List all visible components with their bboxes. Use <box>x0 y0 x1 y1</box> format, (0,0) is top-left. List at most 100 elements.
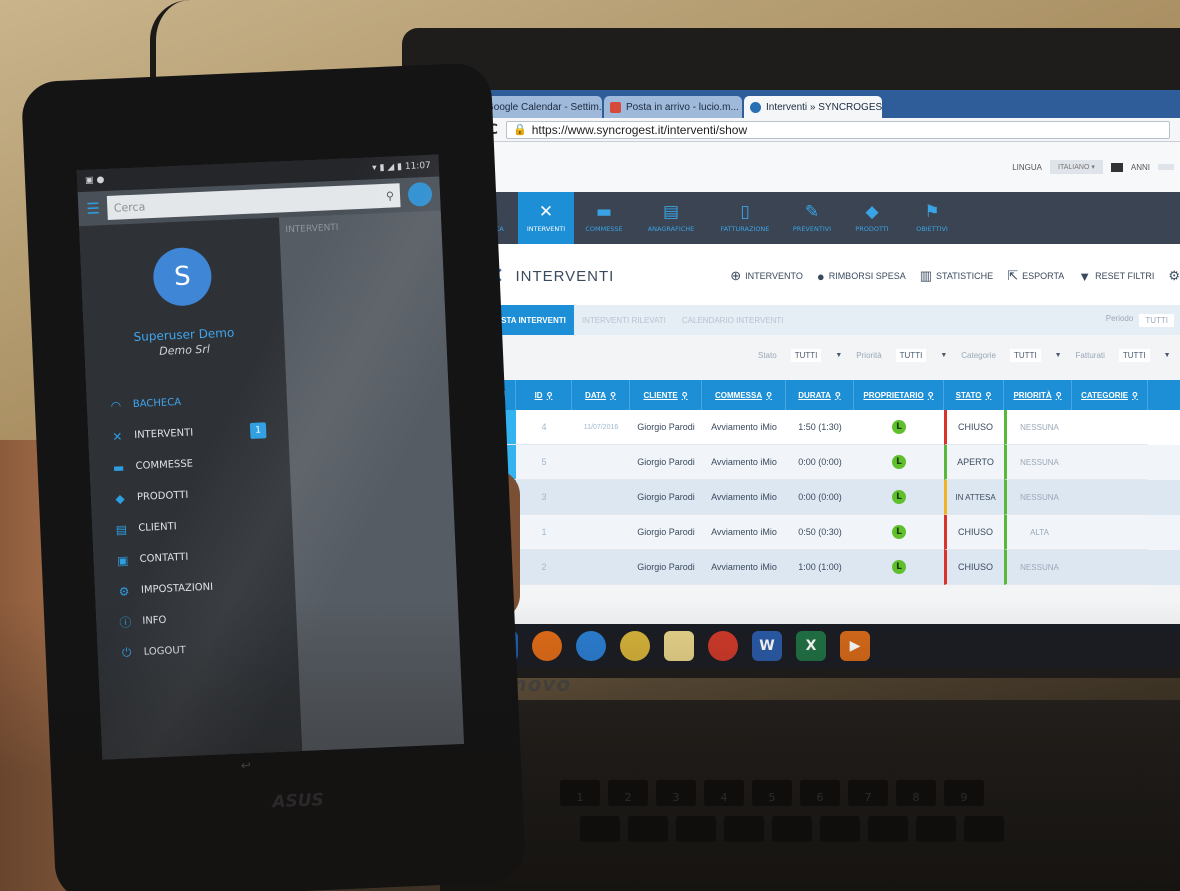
year-select[interactable] <box>1158 164 1174 170</box>
firefox-icon[interactable] <box>532 631 562 661</box>
back-key-icon[interactable]: ↩ <box>240 758 251 772</box>
key <box>628 816 668 842</box>
table-row[interactable]: 3 Giorgio Parodi Avviamento iMio 0:00 (0… <box>486 480 1180 515</box>
drawer-menu: ◠ BACHECA ✕ INTERVENTI 1 ▬ COMMESSE ◆ PRODOTT… <box>86 382 298 669</box>
stato-filter[interactable]: TUTTI <box>790 348 822 362</box>
key <box>964 816 1004 842</box>
col-commessa[interactable]: COMMESSA ⚲ <box>702 380 786 410</box>
col-cliente[interactable]: CLIENTE ⚲ <box>630 380 702 410</box>
syncrogest-icon <box>750 101 761 113</box>
tab-interventi-rilevati[interactable]: INTERVENTI RILEVATI <box>574 305 674 335</box>
lang-select[interactable]: ITALIANO ▾ <box>1050 160 1103 174</box>
cell-stato: CHIUSO <box>944 550 1004 585</box>
chevron-down-icon: ▼ <box>940 351 948 359</box>
word-icon[interactable]: W <box>752 631 782 661</box>
cell-cliente: Giorgio Parodi <box>630 445 702 480</box>
key: 1 <box>560 780 600 806</box>
filter-label: Priorità <box>856 350 882 360</box>
col-stato[interactable]: STATO ⚲ <box>944 380 1004 410</box>
cell-cliente: Giorgio Parodi <box>630 410 702 445</box>
tab-label: Posta in arrivo - lucio.m... <box>626 101 739 113</box>
cell-priorita: NESSUNA <box>1004 410 1072 445</box>
key: 5 <box>752 780 792 806</box>
nav-preventivi[interactable]: ✎ PREVENTIVI <box>782 192 842 244</box>
cell-commessa: Avviamento iMio <box>702 480 786 515</box>
reset-filtri-button[interactable]: ▼ RESET FILTRI <box>1078 269 1154 284</box>
cell-durata: 1:50 (1:30) <box>786 410 854 445</box>
nav-interventi[interactable]: ✕ INTERVENTI <box>518 192 574 244</box>
period-value: TUTTI <box>1139 313 1174 327</box>
cell-categorie <box>1072 410 1148 445</box>
globe-icon[interactable] <box>407 181 433 207</box>
chevron-down-icon: ▼ <box>1163 351 1171 359</box>
table-row[interactable]: 2 Giorgio Parodi Avviamento iMio 1:00 (1… <box>486 550 1180 585</box>
table-body: 4 11/07/2016 Giorgio Parodi Avviamento i… <box>486 410 1180 585</box>
edit-icon: ✎ <box>804 201 820 222</box>
cell-durata: 1:00 (1:00) <box>786 550 854 585</box>
table-row[interactable]: 5 Giorgio Parodi Avviamento iMio 0:00 (0… <box>486 445 1180 480</box>
acrobat-icon[interactable] <box>708 631 738 661</box>
nav-commesse[interactable]: ▬ COMMESSE <box>574 192 634 244</box>
col-durata[interactable]: DURATA ⚲ <box>786 380 854 410</box>
nav-obiettivi[interactable]: ⚑ OBIETTIVI <box>902 192 962 244</box>
search-icon: ⚲ <box>985 390 992 400</box>
fatturati-filter[interactable]: TUTTI <box>1118 348 1150 362</box>
search-icon: ⚲ <box>546 390 553 400</box>
cell-proprietario: L <box>854 480 944 515</box>
priorita-filter[interactable]: TUTTI <box>895 348 927 362</box>
url-text: https://www.syncrogest.it/interventi/sho… <box>531 122 748 137</box>
col-proprietario[interactable]: PROPRIETARIO ⚲ <box>854 380 944 410</box>
power-icon: ⏻ <box>121 645 132 660</box>
filter-bar: Stato TUTTI ▼ Priorità TUTTI ▼ Categorie T… <box>758 345 1180 365</box>
col-data[interactable]: DATA ⚲ <box>572 380 630 410</box>
nav-label: PRODOTTI <box>855 224 889 233</box>
cell-commessa: Avviamento iMio <box>702 515 786 550</box>
esporta-button[interactable]: ⇱ ESPORTA <box>1007 268 1064 284</box>
url-field[interactable]: 🔒 https://www.syncrogest.it/interventi/s… <box>506 120 1170 139</box>
table-row[interactable]: 1 Giorgio Parodi Avviamento iMio 0:50 (0… <box>486 515 1180 550</box>
box-icon: ◆ <box>115 491 125 506</box>
settings-button[interactable]: ⚙ <box>1168 268 1180 284</box>
browser-tab[interactable]: Posta in arrivo - lucio.m... × <box>604 96 742 118</box>
cell-id: 4 <box>516 410 572 445</box>
period-filter[interactable]: Periodo TUTTI <box>1106 313 1180 327</box>
calendar-icon <box>1110 162 1123 172</box>
nav-anagrafiche[interactable]: ▤ ANAGRAFICHE <box>634 192 708 244</box>
menu-icon[interactable]: ☰ <box>86 199 100 218</box>
filter-icon: ▼ <box>1078 268 1092 284</box>
cell-categorie <box>1072 550 1148 585</box>
filter-label: Stato <box>758 350 777 360</box>
tab-calendario[interactable]: CALENDARIO INTERVENTI <box>674 305 792 335</box>
col-priorita[interactable]: PRIORITÀ ⚲ <box>1004 380 1072 410</box>
browser-tab-active[interactable]: Interventi » SYNCROGEST × <box>744 96 882 118</box>
categorie-filter[interactable]: TUTTI <box>1009 348 1041 362</box>
col-label: PROPRIETARIO <box>863 390 924 400</box>
lock-icon: 🔒 <box>513 124 527 136</box>
page-title: INTERVENTI <box>515 267 615 285</box>
rimborsi-button[interactable]: ● RIMBORSI SPESA <box>817 269 906 284</box>
folder-icon[interactable] <box>664 631 694 661</box>
cell-proprietario: L <box>854 410 944 445</box>
chrome-icon[interactable] <box>620 631 650 661</box>
key: 4 <box>704 780 744 806</box>
nav-label: PREVENTIVI <box>792 224 832 233</box>
nav-fatturazione[interactable]: ▯ FATTURAZIONE <box>708 192 782 244</box>
avatar[interactable]: S <box>152 246 213 308</box>
col-categorie[interactable]: CATEGORIE ⚲ <box>1072 380 1148 410</box>
cell-data <box>572 515 630 550</box>
add-intervento-button[interactable]: ⊕ INTERVENTO <box>730 268 803 284</box>
cell-id: 2 <box>516 550 572 585</box>
col-id[interactable]: ID ⚲ <box>516 380 572 410</box>
media-player-icon[interactable]: ▶ <box>840 631 870 661</box>
nav-prodotti[interactable]: ◆ PRODOTTI <box>842 192 902 244</box>
drawer-item-label: BACHECA <box>132 396 182 411</box>
gear-icon: ⚙ <box>1168 268 1180 283</box>
cell-stato: CHIUSO <box>944 410 1004 445</box>
table-row[interactable]: 4 11/07/2016 Giorgio Parodi Avviamento i… <box>486 410 1180 445</box>
cell-cliente: Giorgio Parodi <box>630 550 702 585</box>
clock: 11:07 <box>404 160 432 172</box>
excel-icon[interactable]: X <box>796 631 826 661</box>
thunderbird-icon[interactable] <box>576 631 606 661</box>
statistiche-button[interactable]: ▥ STATISTICHE <box>920 268 993 284</box>
search-icon: ⚲ <box>766 390 772 400</box>
